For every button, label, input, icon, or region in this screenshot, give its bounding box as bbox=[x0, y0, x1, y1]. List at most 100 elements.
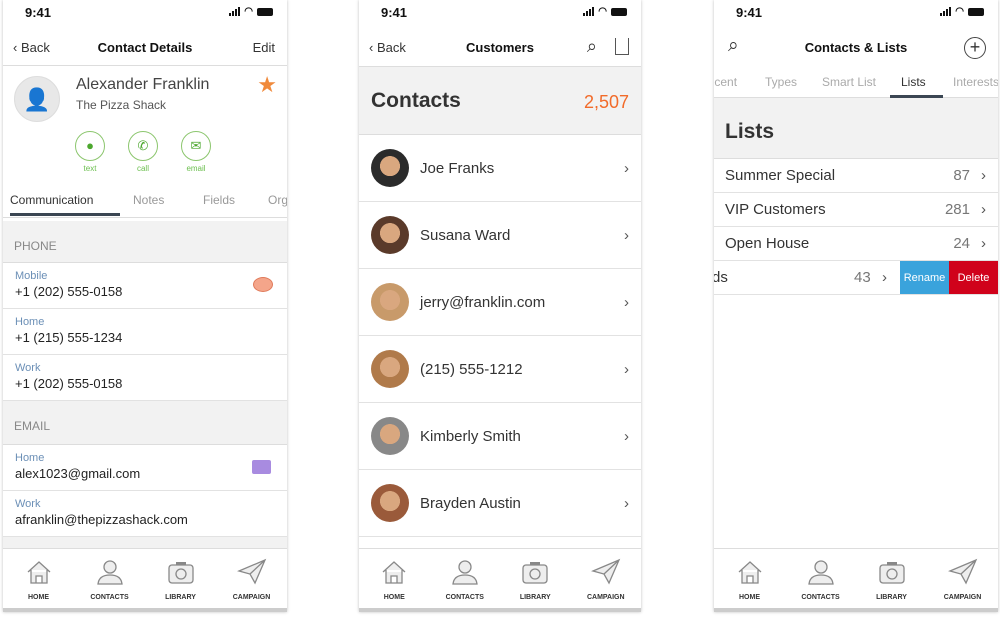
envelope-icon: ✉ bbox=[181, 131, 211, 161]
tab-smart-list[interactable]: Smart List bbox=[822, 75, 876, 89]
page-title: Customers bbox=[466, 40, 534, 55]
chevron-right-icon: › bbox=[624, 293, 629, 311]
envelope-icon[interactable] bbox=[252, 460, 271, 474]
tab-bar: HOME CONTACTS LIBRARY CAMPAIGN bbox=[714, 548, 998, 612]
add-icon[interactable]: + bbox=[964, 37, 986, 59]
list-name: Summer Special bbox=[725, 167, 836, 184]
tab-notes[interactable]: Notes bbox=[133, 193, 164, 207]
tab-campaign[interactable]: CAMPAIGN bbox=[216, 549, 287, 608]
list-name: Open House bbox=[725, 235, 810, 252]
contact-row[interactable]: Brayden Austin › bbox=[359, 470, 641, 537]
call-label: call bbox=[136, 164, 149, 173]
tab-contacts[interactable]: CONTACTS bbox=[430, 549, 501, 608]
message-icon[interactable] bbox=[253, 277, 273, 292]
text-label: text bbox=[83, 164, 97, 173]
tab-communication[interactable]: Communication bbox=[10, 193, 120, 216]
field-value: afranklin@thepizzashack.com bbox=[15, 512, 188, 527]
tab-fields[interactable]: Fields bbox=[203, 193, 235, 207]
status-time: 9:41 bbox=[736, 5, 763, 20]
chevron-right-icon: › bbox=[981, 235, 986, 252]
lists-header: Lists bbox=[714, 98, 998, 159]
list-row-swiped[interactable]: Leads 43 › RenameDelete bbox=[714, 261, 998, 295]
contacts-lists-screen: 9:41 ◠ ⌕ Contacts & Lists + Recent Types … bbox=[714, 0, 998, 612]
rename-button[interactable]: Rename bbox=[900, 261, 949, 294]
chevron-right-icon: › bbox=[624, 360, 629, 378]
list-row[interactable]: Open House 24 › bbox=[714, 227, 998, 261]
signal-icon bbox=[940, 7, 952, 16]
contact-row[interactable]: Joe Franks › bbox=[359, 135, 641, 202]
text-action-button[interactable]: ● text bbox=[75, 131, 105, 173]
tab-bar: HOME CONTACTS LIBRARY CAMPAIGN bbox=[3, 548, 287, 612]
tab-label: LIBRARY bbox=[165, 594, 196, 601]
tab-home[interactable]: HOME bbox=[359, 549, 430, 608]
avatar bbox=[371, 417, 409, 455]
tab-home[interactable]: HOME bbox=[3, 549, 74, 608]
contact-row[interactable]: Susana Ward › bbox=[359, 202, 641, 269]
tab-library[interactable]: LIBRARY bbox=[145, 549, 216, 608]
call-action-button[interactable]: ✆ call bbox=[128, 131, 158, 173]
star-icon[interactable]: ★ bbox=[257, 72, 277, 98]
email-row[interactable]: Work afranklin@thepizzashack.com bbox=[3, 491, 287, 537]
field-label: Work bbox=[15, 362, 41, 374]
tab-library[interactable]: LIBRARY bbox=[500, 549, 571, 608]
detail-tabs: Communication Notes Fields Org bbox=[3, 188, 287, 218]
contact-name: Joe Franks bbox=[420, 159, 495, 177]
avatar: 👤 bbox=[14, 76, 60, 122]
chevron-right-icon: › bbox=[624, 226, 629, 244]
field-label: Home bbox=[15, 452, 45, 464]
home-icon bbox=[27, 561, 50, 584]
tab-label: CONTACTS bbox=[801, 594, 840, 601]
email-section-header: EMAIL bbox=[3, 401, 287, 445]
tab-org[interactable]: Org bbox=[268, 193, 287, 207]
tab-interests[interactable]: Interests bbox=[953, 75, 998, 89]
list-count: 43 bbox=[854, 269, 871, 286]
camera-icon bbox=[878, 562, 905, 584]
contact-row[interactable]: jerry@franklin.com › bbox=[359, 269, 641, 336]
chevron-right-icon: › bbox=[624, 159, 629, 177]
tab-home[interactable]: HOME bbox=[714, 549, 785, 608]
contact-row[interactable]: (215) 555-1212 › bbox=[359, 336, 641, 403]
camera-icon bbox=[522, 562, 548, 584]
contact-row[interactable]: Kimberly Smith › bbox=[359, 403, 641, 470]
battery-icon bbox=[257, 7, 273, 16]
phone-row[interactable]: Mobile +1 (202) 555-0158 bbox=[3, 263, 287, 309]
tab-label: CAMPAIGN bbox=[232, 594, 271, 601]
contacts-icon bbox=[807, 560, 834, 585]
field-value: +1 (202) 555-0158 bbox=[15, 376, 123, 391]
paper-plane-icon bbox=[236, 558, 266, 585]
customers-screen: 9:41 ◠ ‹ Back Customers ⌕ Contacts 2,507 … bbox=[359, 0, 641, 612]
delete-button[interactable]: Delete bbox=[949, 261, 998, 294]
list-row[interactable]: VIP Customers 281 › bbox=[714, 193, 998, 227]
chevron-right-icon: › bbox=[981, 201, 986, 218]
share-icon[interactable] bbox=[615, 38, 629, 55]
avatar bbox=[371, 149, 409, 187]
field-label: Home bbox=[15, 316, 45, 328]
tab-recent[interactable]: Recent bbox=[714, 75, 737, 89]
tab-contacts[interactable]: CONTACTS bbox=[785, 549, 856, 608]
edit-button[interactable]: Edit bbox=[253, 40, 275, 55]
tab-library[interactable]: LIBRARY bbox=[856, 549, 927, 608]
tab-campaign[interactable]: CAMPAIGN bbox=[571, 549, 642, 608]
wifi-icon: ◠ bbox=[244, 6, 253, 17]
list-count: 24 bbox=[953, 235, 970, 252]
nav-bar: ⌕ Contacts & Lists + bbox=[714, 30, 998, 66]
list-count: 87 bbox=[953, 167, 970, 184]
tab-contacts[interactable]: CONTACTS bbox=[74, 549, 145, 608]
list-row[interactable]: Summer Special 87 › bbox=[714, 159, 998, 193]
contacts-header: Contacts 2,507 bbox=[359, 67, 641, 135]
tab-campaign[interactable]: CAMPAIGN bbox=[927, 549, 998, 608]
wifi-icon: ◠ bbox=[598, 6, 607, 17]
phone-row[interactable]: Work +1 (202) 555-0158 bbox=[3, 355, 287, 401]
email-action-button[interactable]: ✉ email bbox=[181, 131, 211, 173]
tab-types[interactable]: Types bbox=[765, 75, 797, 89]
email-row[interactable]: Home alex1023@gmail.com bbox=[3, 445, 287, 491]
phone-row[interactable]: Home +1 (215) 555-1234 bbox=[3, 309, 287, 355]
search-icon[interactable]: ⌕ bbox=[587, 36, 597, 57]
tab-lists[interactable]: Lists bbox=[890, 75, 943, 98]
status-time: 9:41 bbox=[25, 5, 52, 20]
paper-plane-icon bbox=[590, 558, 620, 585]
chat-bubble-icon: ● bbox=[75, 131, 105, 161]
status-bar: 9:41 ◠ bbox=[3, 0, 287, 30]
tab-label: LIBRARY bbox=[876, 594, 907, 601]
lists-heading: Lists bbox=[725, 120, 775, 143]
